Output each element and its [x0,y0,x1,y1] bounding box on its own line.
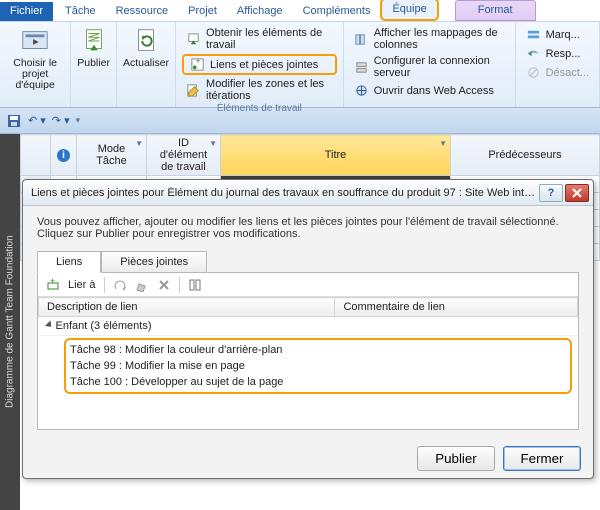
dialog-titlebar[interactable]: Liens et pièces jointes pour Élément du … [23,180,593,206]
edit-link-icon[interactable] [135,278,149,292]
dialog-toolbar: + Lier à [38,273,578,297]
col-link-description[interactable]: Description de lien [39,298,335,317]
dialog-tabs: Liens Pièces jointes [37,250,579,272]
ribbon-tabs: Fichier Tâche Ressource Projet Affichage… [0,0,600,22]
attachment-icon: + [190,57,205,72]
columns-icon [354,32,369,47]
col-mode[interactable]: Mode Tâche▼ [77,135,147,176]
col-rownum[interactable] [21,135,51,176]
server-icon [354,60,369,75]
help-button[interactable]: ? [539,184,563,202]
add-link-icon[interactable]: + [46,278,60,292]
columns-icon[interactable] [188,278,202,292]
links-attachments-button[interactable]: + Liens et pièces jointes [182,54,337,75]
close-dialog-button[interactable]: Fermer [503,446,581,471]
refresh-icon [131,26,161,56]
tab-format[interactable]: Format [455,0,536,21]
delete-link-icon[interactable] [157,278,171,292]
open-web-access-button[interactable]: Ouvrir dans Web Access [350,82,509,99]
tree-toggle-icon[interactable] [44,320,53,329]
publish-dialog-button[interactable]: Publier [417,446,495,471]
resp-button[interactable]: Resp... [522,45,593,62]
tab-file[interactable]: Fichier [0,2,53,21]
redo-button[interactable]: ↷ ▾ [52,114,70,127]
child-task-list: Tâche 98 : Modifier la couleur d'arrière… [64,338,572,394]
group-label-work-items: Éléments de travail [217,103,302,114]
col-workitem-id[interactable]: ID d'élément de travail▼ [147,135,221,176]
col-info[interactable]: i [51,135,77,176]
get-work-items-button[interactable]: Obtenir les éléments de travail [182,26,337,52]
qat-more[interactable]: ▾ [76,115,81,126]
edit-areas-button[interactable]: Modifier les zones et les itérations [182,77,337,103]
download-icon [186,32,201,47]
undo-button[interactable]: ↶ ▾ [28,114,46,127]
mark-button[interactable]: Marq... [522,26,593,43]
reply-icon [526,46,541,61]
team-project-icon [20,26,50,56]
refresh-button[interactable]: Actualiser [123,26,169,69]
choose-team-project-button[interactable]: Choisir le projet d'équipe [6,26,64,91]
dialog-title: Liens et pièces jointes pour Élément du … [31,187,537,199]
publish-button[interactable]: Publier [77,26,110,69]
tab-resource[interactable]: Ressource [106,2,179,21]
svg-text:+: + [196,57,201,66]
workspace: Diagramme de Gantt Team Foundation i Mod… [0,134,600,510]
close-button[interactable] [565,184,589,202]
svg-text:+: + [50,278,55,286]
link-to-button[interactable]: Lier à [68,279,96,291]
show-column-mappings-button[interactable]: Afficher les mappages de colonnes [350,26,509,52]
col-title[interactable]: Titre▼ [221,135,451,176]
dialog-hint: Vous pouvez afficher, ajouter ou modifie… [37,216,579,240]
edit-icon [186,83,201,98]
list-item[interactable]: Tâche 100 : Développer au sujet de la pa… [70,374,566,390]
deactivate-button[interactable]: Désact... [522,64,593,81]
globe-icon [354,83,369,98]
list-item[interactable]: Tâche 98 : Modifier la couleur d'arrière… [70,342,566,358]
save-icon[interactable] [6,113,22,129]
tab-team[interactable]: Équipe [380,0,438,21]
tab-attachments[interactable]: Pièces jointes [101,251,207,273]
list-item[interactable]: Tâche 99 : Modifier la mise en page [70,358,566,374]
links-attachments-dialog: Liens et pièces jointes pour Élément du … [22,179,594,479]
tab-task[interactable]: Tâche [55,2,106,21]
tab-project[interactable]: Projet [178,2,227,21]
col-link-comment[interactable]: Commentaire de lien [335,298,578,317]
link-group-row[interactable]: Enfant (3 éléments) [39,317,578,336]
configure-server-button[interactable]: Configurer la connexion serveur [350,54,509,80]
tab-links[interactable]: Liens [37,251,101,273]
ribbon: Choisir le projet d'équipe Publier Actua… [0,22,600,108]
tab-display[interactable]: Affichage [227,2,293,21]
bookmark-icon [526,27,541,42]
dialog-footer: Publier Fermer [23,438,593,478]
open-icon[interactable] [113,278,127,292]
col-predecessors[interactable]: Prédécesseurs [451,135,600,176]
view-sidebar[interactable]: Diagramme de Gantt Team Foundation [0,134,20,510]
disable-icon [526,65,541,80]
tab-addins[interactable]: Compléments [293,2,381,21]
link-grid[interactable]: Description de lien Commentaire de lien … [38,297,578,429]
publish-icon [79,26,109,56]
